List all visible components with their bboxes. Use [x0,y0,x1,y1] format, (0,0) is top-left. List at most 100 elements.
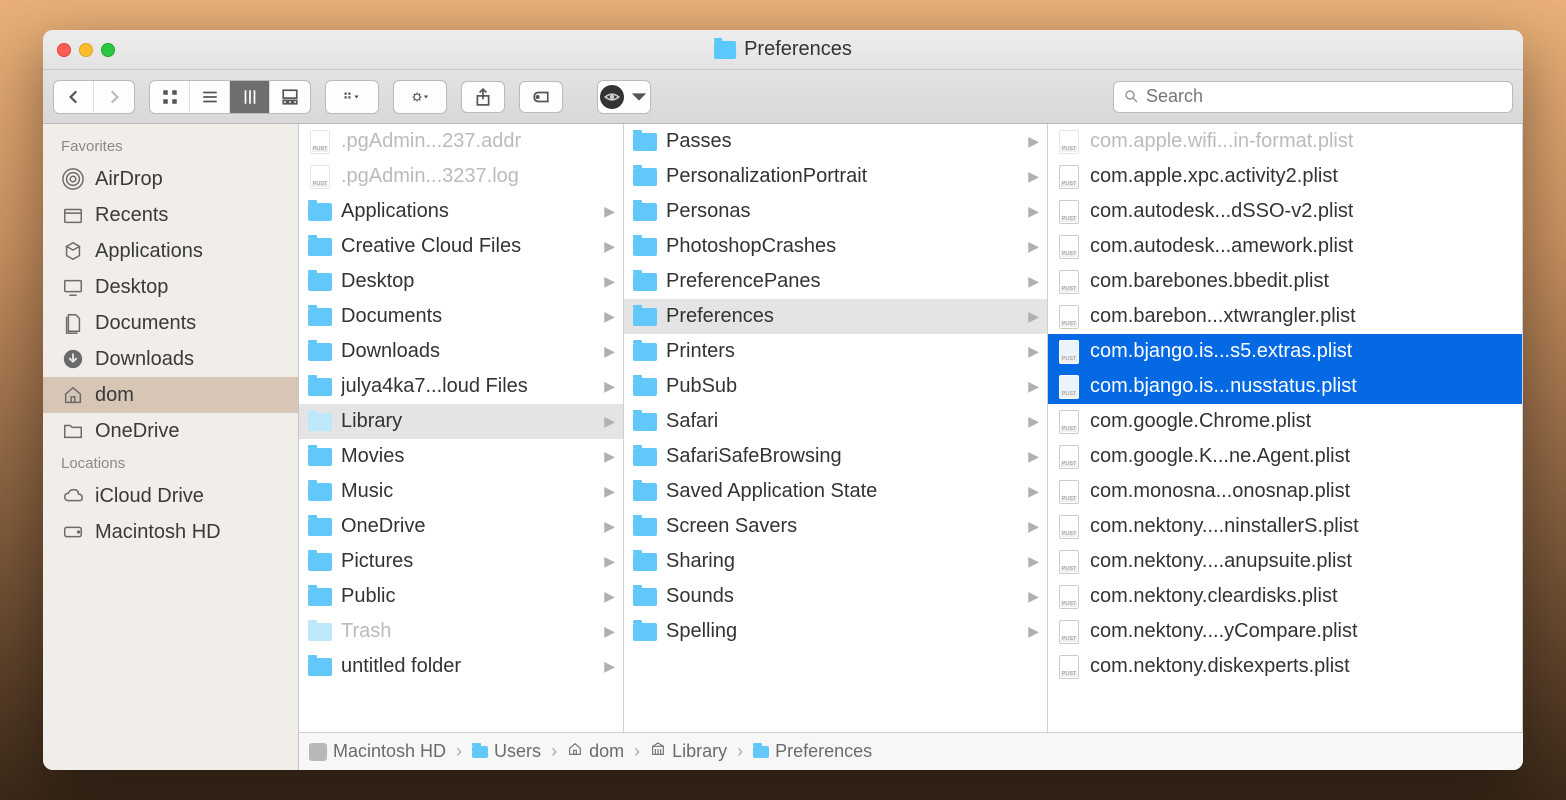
folder-row[interactable]: julya4ka7...loud Files▶ [299,369,623,404]
row-label: com.nektony.diskexperts.plist [1090,655,1350,678]
forward-button[interactable] [94,81,134,113]
sidebar-item-icloud-drive[interactable]: iCloud Drive [43,478,298,514]
sidebar-header: Favorites [43,132,298,161]
folder-row[interactable]: Trash▶ [299,614,623,649]
file-row[interactable]: com.google.K...ne.Agent.plist [1048,439,1522,474]
file-row[interactable]: com.nektony....anupsuite.plist [1048,544,1522,579]
list-view-button[interactable] [190,81,230,113]
back-button[interactable] [54,81,94,113]
chevron-right-icon: ▶ [604,448,615,465]
sidebar-item-label: iCloud Drive [95,485,204,508]
folder-row[interactable]: Sounds▶ [624,579,1047,614]
tags-button[interactable] [519,81,563,113]
folder-icon [308,553,332,571]
folder-row[interactable]: Applications▶ [299,194,623,229]
sidebar-item-dom[interactable]: dom [43,377,298,413]
quick-look-button[interactable] [598,81,650,113]
sidebar-item-label: Desktop [95,276,168,299]
folder-icon [308,448,332,466]
folder-row[interactable]: Creative Cloud Files▶ [299,229,623,264]
search-input[interactable] [1146,86,1502,107]
zoom-button[interactable] [101,43,115,57]
breadcrumb-item[interactable]: Users [472,741,541,762]
file-row[interactable]: com.barebon...xtwrangler.plist [1048,299,1522,334]
sidebar-item-applications[interactable]: Applications [43,233,298,269]
folder-row[interactable]: PhotoshopCrashes▶ [624,229,1047,264]
window-title: Preferences [714,38,852,61]
folder-icon [308,378,332,396]
folder-row[interactable]: Downloads▶ [299,334,623,369]
gallery-view-button[interactable] [270,81,310,113]
file-row[interactable]: com.nektony....yCompare.plist [1048,614,1522,649]
action-button[interactable] [394,81,446,113]
sidebar-item-label: dom [95,384,134,407]
folder-row[interactable]: Saved Application State▶ [624,474,1047,509]
breadcrumb-separator: › [547,741,561,762]
arrange-button[interactable] [326,81,378,113]
file-row[interactable]: com.nektony.diskexperts.plist [1048,649,1522,684]
sidebar-item-documents[interactable]: Documents [43,305,298,341]
breadcrumb-label: dom [589,741,624,762]
breadcrumb-item[interactable]: Macintosh HD [309,741,446,762]
folder-row[interactable]: Passes▶ [624,124,1047,159]
airdrop-icon [61,167,85,191]
folder-row[interactable]: Preferences▶ [624,299,1047,334]
file-icon [1059,655,1079,679]
folder-row[interactable]: Desktop▶ [299,264,623,299]
sidebar-item-label: Documents [95,312,196,335]
folder-row[interactable]: Documents▶ [299,299,623,334]
folder-row[interactable]: Spelling▶ [624,614,1047,649]
folder-row[interactable]: Library▶ [299,404,623,439]
folder-row[interactable]: Screen Savers▶ [624,509,1047,544]
file-row[interactable]: com.apple.xpc.activity2.plist [1048,159,1522,194]
close-button[interactable] [57,43,71,57]
chevron-right-icon: ▶ [1028,588,1039,605]
file-row[interactable]: .pgAdmin...3237.log [299,159,623,194]
folder-row[interactable]: Public▶ [299,579,623,614]
folder-row[interactable]: SafariSafeBrowsing▶ [624,439,1047,474]
minimize-button[interactable] [79,43,93,57]
file-row[interactable]: com.autodesk...dSSO-v2.plist [1048,194,1522,229]
sidebar-item-downloads[interactable]: Downloads [43,341,298,377]
folder-row[interactable]: Music▶ [299,474,623,509]
icon-view-button[interactable] [150,81,190,113]
column-view-button[interactable] [230,81,270,113]
folder-row[interactable]: PreferencePanes▶ [624,264,1047,299]
sidebar-item-onedrive[interactable]: OneDrive [43,413,298,449]
file-row[interactable]: com.autodesk...amework.plist [1048,229,1522,264]
share-button[interactable] [461,81,505,113]
file-row[interactable]: com.monosna...onosnap.plist [1048,474,1522,509]
file-row[interactable]: com.bjango.is...nusstatus.plist [1048,369,1522,404]
sidebar-item-recents[interactable]: Recents [43,197,298,233]
row-label: Documents [341,305,442,328]
folder-row[interactable]: Safari▶ [624,404,1047,439]
folder-icon [633,168,657,186]
folder-row[interactable]: PersonalizationPortrait▶ [624,159,1047,194]
sidebar-item-macintosh-hd[interactable]: Macintosh HD [43,514,298,550]
folder-row[interactable]: Printers▶ [624,334,1047,369]
folder-row[interactable]: untitled folder▶ [299,649,623,684]
folder-row[interactable]: Movies▶ [299,439,623,474]
row-label: Saved Application State [666,480,877,503]
row-label: com.nektony....ninstallerS.plist [1090,515,1359,538]
folder-row[interactable]: Pictures▶ [299,544,623,579]
folder-row[interactable]: OneDrive▶ [299,509,623,544]
breadcrumb-item[interactable]: dom [567,741,624,762]
file-row[interactable]: com.bjango.is...s5.extras.plist [1048,334,1522,369]
folder-row[interactable]: Sharing▶ [624,544,1047,579]
file-icon [1059,235,1079,259]
folder-row[interactable]: Personas▶ [624,194,1047,229]
hd-icon [309,743,327,761]
file-row[interactable]: .pgAdmin...237.addr [299,124,623,159]
file-row[interactable]: com.nektony....ninstallerS.plist [1048,509,1522,544]
breadcrumb-item[interactable]: Preferences [753,741,872,762]
file-row[interactable]: com.google.Chrome.plist [1048,404,1522,439]
file-row[interactable]: com.apple.wifi...in-format.plist [1048,124,1522,159]
file-row[interactable]: com.barebones.bbedit.plist [1048,264,1522,299]
sidebar-item-desktop[interactable]: Desktop [43,269,298,305]
sidebar-item-airdrop[interactable]: AirDrop [43,161,298,197]
breadcrumb-item[interactable]: Library [650,741,727,762]
search-field[interactable] [1113,81,1513,113]
folder-row[interactable]: PubSub▶ [624,369,1047,404]
file-row[interactable]: com.nektony.cleardisks.plist [1048,579,1522,614]
